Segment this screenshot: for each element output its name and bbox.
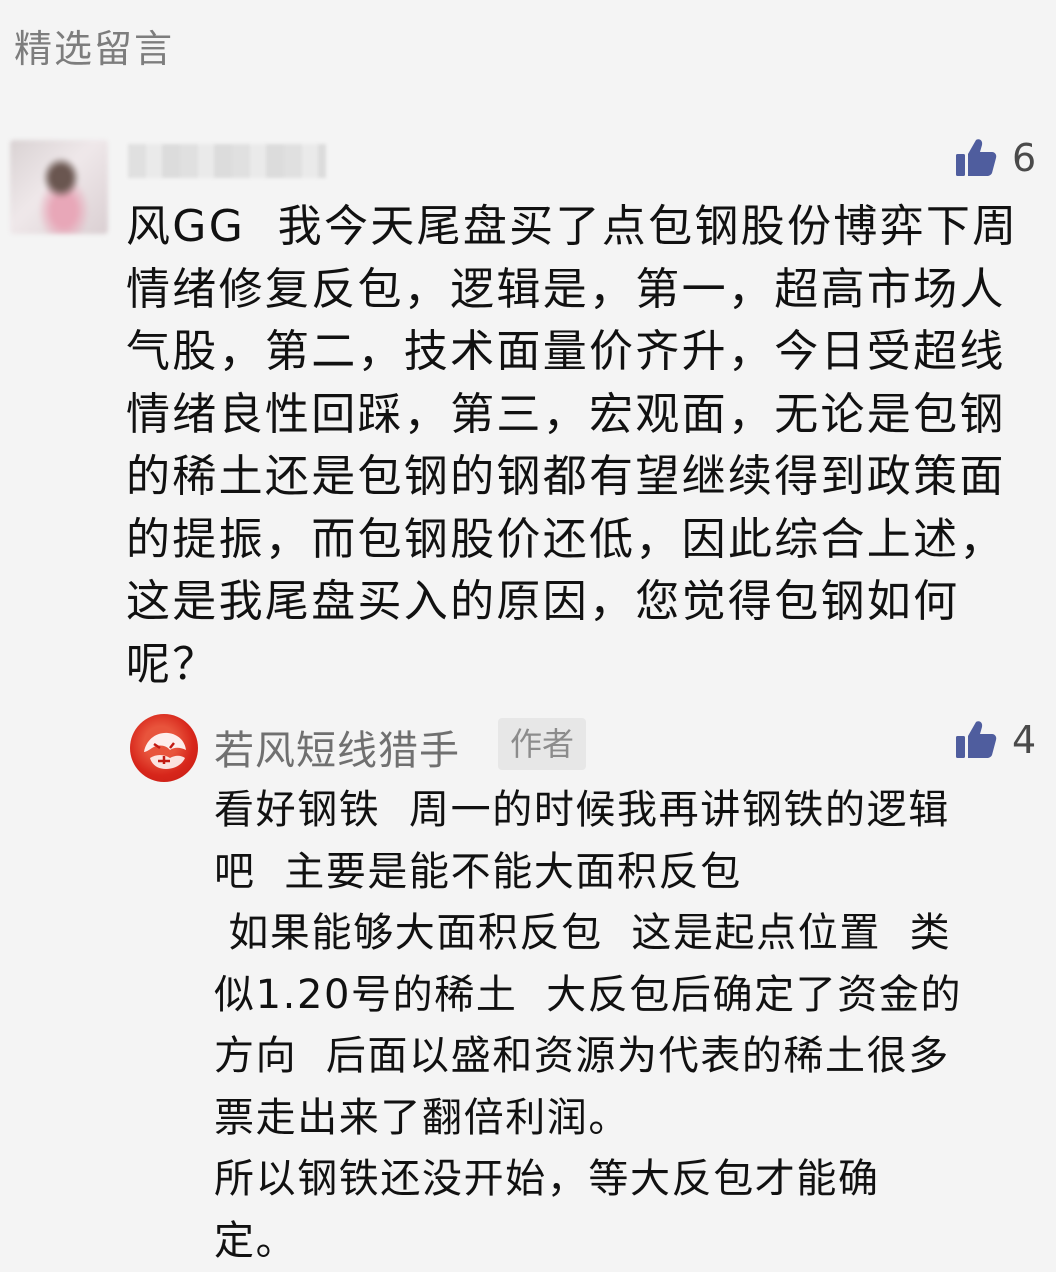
author-avatar[interactable]	[130, 714, 198, 782]
commenter-avatar[interactable]	[10, 140, 108, 234]
comment-like-button[interactable]: 6	[954, 136, 1036, 180]
reply-line: 方向 后面以盛和资源为代表的稀土很多	[214, 1026, 1044, 1088]
reply-body: 看好钢铁 周一的时候我再讲钢铁的逻辑 吧 主要是能不能大面积反包 如果能够大面积…	[214, 780, 1044, 1272]
comment-body: 风GG 我今天尾盘买了点包钢股份博弈下周 情绪修复反包，逻辑是，第一，超高市场人…	[126, 196, 1026, 696]
reply-author-name[interactable]: 若风短线猎手	[214, 718, 460, 776]
comment-line: 的稀土还是包钢的钢都有望继续得到政策面	[126, 446, 1026, 509]
tiger-logo-icon	[130, 714, 198, 782]
reply-line: 定。	[214, 1211, 1044, 1272]
comment-line: 呢？	[126, 634, 1026, 697]
comment-line: 风GG 我今天尾盘买了点包钢股份博弈下周	[126, 196, 1026, 259]
thumbs-up-icon	[954, 718, 998, 762]
reply-line: 如果能够大面积反包 这是起点位置 类	[214, 903, 1044, 965]
reply-like-count: 4	[1012, 718, 1036, 762]
comment-like-count: 6	[1012, 136, 1036, 180]
reply-like-button[interactable]: 4	[954, 718, 1036, 762]
reply-line: 所以钢铁还没开始，等大反包才能确	[214, 1149, 1044, 1211]
thumbs-up-icon	[954, 136, 998, 180]
reply-line: 票走出来了翻倍利润。	[214, 1088, 1044, 1150]
comment-line: 这是我尾盘买入的原因，您觉得包钢如何	[126, 571, 1026, 634]
comment-line: 情绪修复反包，逻辑是，第一，超高市场人	[126, 259, 1026, 322]
commenter-name-blurred	[128, 144, 326, 178]
reply-line: 看好钢铁 周一的时候我再讲钢铁的逻辑	[214, 780, 1044, 842]
author-badge: 作者	[498, 718, 586, 770]
comment-line: 的提振，而包钢股价还低，因此综合上述，	[126, 509, 1026, 572]
reply-line: 吧 主要是能不能大面积反包	[214, 842, 1044, 904]
comment-line: 情绪良性回踩，第三，宏观面，无论是包钢	[126, 384, 1026, 447]
section-title: 精选留言	[14, 18, 174, 73]
comment-line: 气股，第二，技术面量价齐升，今日受超线	[126, 321, 1026, 384]
reply-line: 似1.20号的稀土 大反包后确定了资金的	[214, 965, 1044, 1027]
